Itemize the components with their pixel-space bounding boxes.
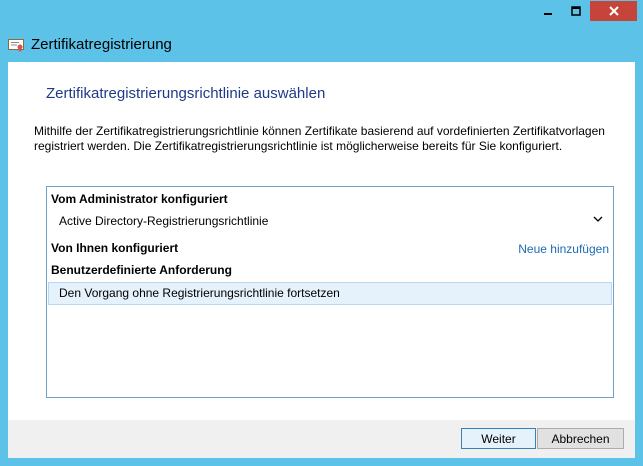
next-button[interactable]: Weiter xyxy=(461,428,536,449)
maximize-icon xyxy=(571,6,581,16)
minimize-button[interactable] xyxy=(534,1,562,21)
page-title: Zertifikatregistrierungsrichtlinie auswä… xyxy=(46,85,326,102)
maximize-button[interactable] xyxy=(562,1,590,21)
window-header: Zertifikatregistrierung xyxy=(0,30,643,62)
window-title: Zertifikatregistrierung xyxy=(31,36,172,53)
title-bar[interactable] xyxy=(0,0,643,30)
wizard-footer: Weiter Abbrechen xyxy=(8,420,635,458)
close-button[interactable] xyxy=(590,1,637,21)
certificate-icon xyxy=(8,39,24,52)
admin-configured-header: Vom Administrator konfiguriert xyxy=(51,192,228,206)
add-new-link[interactable]: Neue hinzufügen xyxy=(518,242,609,256)
user-configured-header: Von Ihnen konfiguriert xyxy=(51,241,179,255)
custom-request-header: Benutzerdefinierte Anforderung xyxy=(51,263,232,277)
ad-enrollment-policy-item[interactable]: Active Directory-Registrierungsrichtlini… xyxy=(59,214,268,228)
certificate-enrollment-window: Zertifikatregistrierung Zertifikatregist… xyxy=(0,0,643,466)
minimize-icon xyxy=(544,13,552,15)
cancel-button[interactable]: Abbrechen xyxy=(537,428,624,449)
wizard-content: Zertifikatregistrierungsrichtlinie auswä… xyxy=(8,62,635,420)
continue-without-policy-item[interactable]: Den Vorgang ohne Registrierungsrichtlini… xyxy=(48,282,612,305)
page-description: Mithilfe der Zertifikatregistrierungsric… xyxy=(34,124,605,153)
chevron-down-icon[interactable] xyxy=(593,215,603,223)
enrollment-policy-list: Vom Administrator konfiguriert Active Di… xyxy=(46,186,614,398)
close-icon xyxy=(608,6,619,16)
